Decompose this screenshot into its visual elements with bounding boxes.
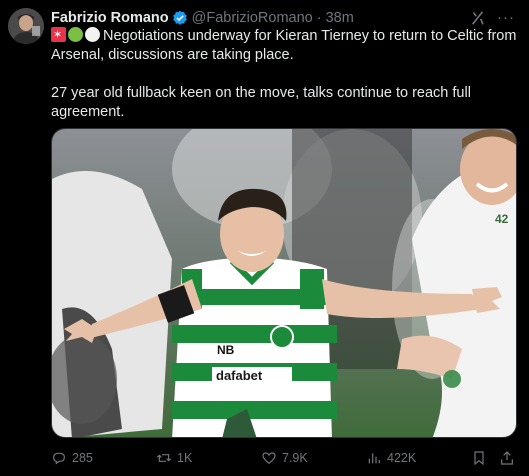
jersey-brand: NB <box>217 343 235 357</box>
flag-emoji-icons <box>51 26 100 45</box>
avatar[interactable] <box>8 8 44 44</box>
bookmark-button[interactable] <box>471 450 487 466</box>
repost-button[interactable]: 1K <box>156 450 192 466</box>
bookmark-icon <box>474 451 484 466</box>
tweet-para2-line-1: 27 year old fullback keen on the move, t… <box>51 85 471 101</box>
author-name[interactable]: Fabrizio Romano <box>51 10 169 26</box>
tweet-line-1: Negotiations underway for Kieran Tierney… <box>103 28 517 44</box>
repost-count: 1K <box>177 451 193 465</box>
more-icon[interactable]: ··· <box>497 8 515 28</box>
verified-badge-icon <box>172 10 187 25</box>
heart-icon <box>262 452 276 465</box>
repost-icon <box>156 454 172 462</box>
like-button[interactable]: 7.9K <box>261 450 308 466</box>
player-number: 42 <box>495 212 509 226</box>
separator-dot: · <box>316 10 322 26</box>
reply-button[interactable]: 285 <box>51 450 93 466</box>
tweet-header: Fabrizio Romano @FabrizioRomano · 38m ··… <box>51 8 517 28</box>
green-circle-emoji-icon <box>68 27 83 42</box>
reply-count: 285 <box>72 451 93 465</box>
views-button[interactable]: 422K <box>366 450 416 466</box>
red-flag-emoji-icon <box>51 26 66 45</box>
author-handle[interactable]: @FabrizioRomano <box>192 10 313 26</box>
tweet-photo[interactable]: 42 NB dafabet <box>51 128 517 438</box>
tweet-text: Negotiations underway for Kieran Tierney… <box>51 26 517 65</box>
tweet-para2-line-2: agreement. <box>51 104 125 120</box>
views-count: 422K <box>387 451 417 465</box>
tweet-line-2: Arsenal, discussions are taking place. <box>51 47 294 63</box>
jersey-sponsor: dafabet <box>216 368 263 383</box>
views-icon <box>368 453 380 464</box>
tweet-paragraph-2: 27 year old fullback keen on the move, t… <box>51 84 517 122</box>
grok-icon[interactable] <box>469 8 487 28</box>
timestamp[interactable]: 38m <box>326 10 354 26</box>
tweet-actions: 285 1K 7.9K 422K <box>51 448 517 470</box>
tweet[interactable]: Fabrizio Romano @FabrizioRomano · 38m ··… <box>0 0 529 476</box>
share-button[interactable] <box>499 450 515 466</box>
like-count: 7.9K <box>282 451 308 465</box>
reply-icon <box>53 452 65 465</box>
white-circle-emoji-icon <box>85 27 100 42</box>
share-icon <box>501 451 513 465</box>
